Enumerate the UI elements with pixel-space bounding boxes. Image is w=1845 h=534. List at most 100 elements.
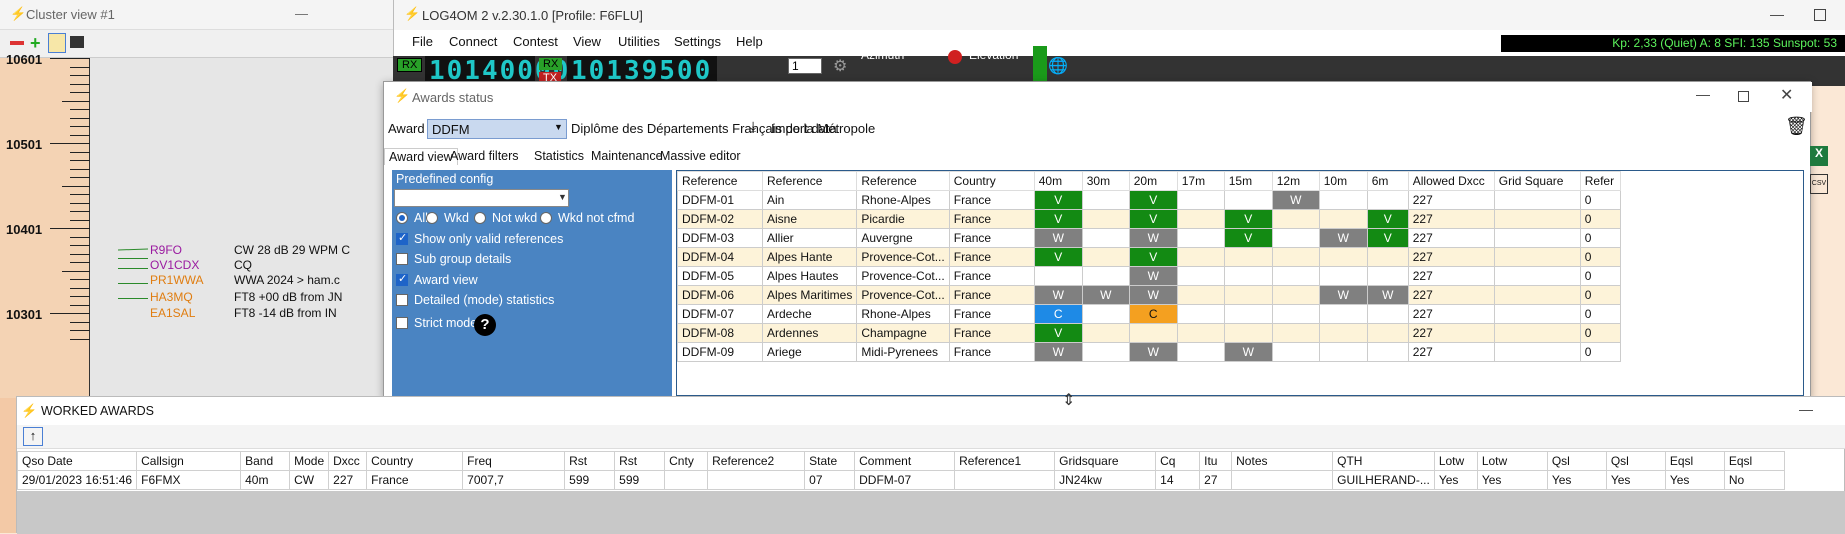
- worked-column-header[interactable]: Mode: [289, 451, 330, 471]
- maximize-icon[interactable]: [1814, 9, 1826, 21]
- grid-row[interactable]: DDFM-02 Aisne Picardie France V V V V 227 0: [677, 209, 1621, 229]
- worked-column-header[interactable]: State: [804, 451, 856, 471]
- worked-column-header[interactable]: Band: [240, 451, 291, 471]
- grid-column-header[interactable]: 12m: [1271, 171, 1320, 191]
- worked-column-header[interactable]: Cnty: [664, 451, 709, 471]
- worked-column-header[interactable]: Reference2: [707, 451, 806, 471]
- tab-maintenance[interactable]: Maintenance: [587, 148, 667, 164]
- checkbox-strict-mode[interactable]: Strict mode: [396, 316, 477, 330]
- radio-wkd[interactable]: Wkd: [426, 211, 469, 225]
- worked-column-header[interactable]: Cq: [1155, 451, 1201, 471]
- menu-file[interactable]: File: [412, 34, 433, 49]
- spot-callsign[interactable]: EA1SAL: [150, 306, 195, 320]
- grid-row[interactable]: DDFM-09 Ariege Midi-Pyrenees France W W W 227 0: [677, 342, 1621, 362]
- sort-up-icon[interactable]: ↑: [23, 427, 43, 446]
- minimize-icon[interactable]: —: [1770, 6, 1784, 22]
- grid-column-header[interactable]: 6m: [1366, 171, 1409, 191]
- lock-icon[interactable]: [48, 33, 66, 53]
- spot-callsign[interactable]: OV1CDX: [150, 258, 199, 272]
- grid-row[interactable]: DDFM-01 Ain Rhone-Alpes France V V W 227 0: [677, 190, 1621, 210]
- grid-column-header[interactable]: Country: [948, 171, 1035, 191]
- minimize-icon[interactable]: —: [1696, 86, 1710, 102]
- radio-not-wkd[interactable]: Not wkd: [474, 211, 537, 225]
- remove-icon[interactable]: [10, 41, 24, 45]
- worked-column-header[interactable]: QTH: [1332, 451, 1435, 471]
- award-select[interactable]: DDFM ▼: [427, 119, 567, 139]
- grid-column-header[interactable]: Grid Square: [1493, 171, 1581, 191]
- gear-icon[interactable]: ⚙: [833, 56, 847, 76]
- grid-column-header[interactable]: Allowed Dxcc: [1407, 171, 1495, 191]
- grid-column-header[interactable]: Reference: [856, 171, 950, 191]
- worked-column-header[interactable]: Freq: [462, 451, 566, 471]
- worked-column-header[interactable]: Dxcc: [328, 451, 368, 471]
- worked-column-header[interactable]: Lotw: [1433, 451, 1478, 471]
- import-data-button[interactable]: Import data: [771, 121, 837, 136]
- worked-column-header[interactable]: Gridsquare: [1054, 451, 1157, 471]
- worked-column-header[interactable]: Itu: [1199, 451, 1233, 471]
- checkbox-sub-group[interactable]: Sub group details: [396, 252, 511, 266]
- menu-help[interactable]: Help: [736, 34, 763, 49]
- worked-column-header[interactable]: Qsl: [1546, 451, 1607, 471]
- grid-row[interactable]: DDFM-07 Ardeche Rhone-Alpes France C C 227 0: [677, 304, 1621, 324]
- maximize-icon[interactable]: [1738, 91, 1749, 102]
- grid-column-header[interactable]: 10m: [1318, 171, 1368, 191]
- checkbox-detailed-stats[interactable]: Detailed (mode) statistics: [396, 293, 554, 307]
- checkbox-show-valid[interactable]: Show only valid references: [396, 231, 563, 246]
- menu-contest[interactable]: Contest: [513, 34, 558, 49]
- menu-settings[interactable]: Settings: [674, 34, 721, 49]
- worked-row[interactable]: 29/01/2023 16:51:46 F6FMX 40m CW 227 France 70…: [16, 470, 1785, 490]
- rx-indicator[interactable]: RX: [397, 58, 423, 72]
- tab-statistics[interactable]: Statistics: [530, 148, 588, 164]
- grid-column-header[interactable]: 17m: [1176, 171, 1225, 191]
- spot-callsign[interactable]: R9FO: [150, 243, 182, 257]
- radio-all[interactable]: All: [396, 211, 428, 225]
- checkbox-award-view[interactable]: Award view: [396, 272, 478, 287]
- worked-column-header[interactable]: Comment: [854, 451, 956, 471]
- menu-view[interactable]: View: [573, 34, 601, 49]
- trash-icon[interactable]: 🗑: [1785, 116, 1808, 137]
- resize-handle-icon[interactable]: ⇕: [1062, 390, 1075, 410]
- worked-column-header[interactable]: Rst: [564, 451, 616, 471]
- stop-icon[interactable]: [948, 50, 962, 64]
- grid-row[interactable]: DDFM-06 Alpes Maritimes Provence-Cot... Fra…: [677, 285, 1621, 305]
- close-icon[interactable]: ✕: [1780, 85, 1793, 105]
- help-icon[interactable]: ?: [474, 314, 496, 336]
- grid-column-header[interactable]: 40m: [1033, 171, 1083, 191]
- add-icon[interactable]: +: [30, 34, 41, 52]
- spot-callsign[interactable]: HA3MQ: [150, 290, 193, 304]
- worked-column-header[interactable]: Rst: [614, 451, 666, 471]
- grid-column-header[interactable]: Reference: [761, 171, 858, 191]
- grid-column-header[interactable]: Refer: [1579, 171, 1621, 191]
- grid-row[interactable]: DDFM-05 Alpes Hautes Provence-Cot... France…: [677, 266, 1621, 286]
- grid-row[interactable]: DDFM-08 Ardennes Champagne France V 227 0: [677, 323, 1621, 343]
- grid-column-header[interactable]: 30m: [1081, 171, 1130, 191]
- minimize-icon[interactable]: —: [1799, 401, 1813, 417]
- excel-icon[interactable]: X: [1810, 146, 1828, 166]
- tab-massive-editor[interactable]: Massive editor: [656, 148, 745, 164]
- worked-column-header[interactable]: Lotw: [1476, 451, 1548, 471]
- worked-column-header[interactable]: Callsign: [136, 451, 242, 471]
- grid-row[interactable]: DDFM-03 Allier Auvergne France W W V W V 227 0: [677, 228, 1621, 248]
- globe-icon[interactable]: 🌐: [1048, 56, 1068, 76]
- menu-connect[interactable]: Connect: [449, 34, 497, 49]
- grid-column-header[interactable]: 20m: [1128, 171, 1178, 191]
- worked-column-header[interactable]: Eqsl: [1664, 451, 1725, 471]
- worked-column-header[interactable]: Country: [366, 451, 464, 471]
- worked-column-header[interactable]: Qsl: [1605, 451, 1666, 471]
- camera-icon[interactable]: [70, 36, 84, 48]
- worked-column-header[interactable]: Notes: [1231, 451, 1334, 471]
- tab-award-filters[interactable]: Award filters: [446, 148, 523, 164]
- radio-wkd-not-cfmd[interactable]: Wkd not cfmd: [540, 211, 634, 225]
- minimize-icon[interactable]: —: [295, 6, 308, 21]
- spot-callsign[interactable]: PR1WWA: [150, 273, 204, 287]
- predefined-config-select[interactable]: ▼: [394, 189, 569, 207]
- grid-row[interactable]: DDFM-04 Alpes Hante Provence-Cot... France V…: [677, 247, 1621, 267]
- worked-column-header[interactable]: Qso Date: [16, 451, 138, 471]
- download-icon[interactable]: ⤓: [750, 118, 756, 135]
- step-input[interactable]: 1: [788, 58, 822, 74]
- worked-column-header[interactable]: Reference1: [954, 451, 1056, 471]
- menu-utilities[interactable]: Utilities: [618, 34, 660, 49]
- grid-column-header[interactable]: 15m: [1223, 171, 1273, 191]
- csv-icon[interactable]: CSV: [1810, 174, 1828, 194]
- worked-column-header[interactable]: Eqsl: [1723, 451, 1785, 471]
